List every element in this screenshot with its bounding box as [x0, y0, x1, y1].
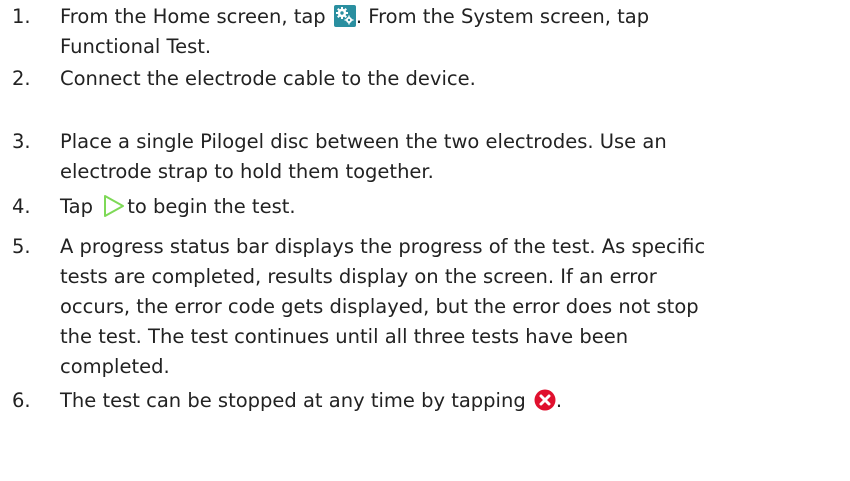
close-icon	[534, 389, 556, 411]
play-icon	[103, 194, 125, 218]
step-number: 5.	[12, 235, 31, 258]
step-line: The test can be stopped at any time by t…	[60, 386, 840, 416]
step-number: 6.	[12, 389, 31, 412]
step-line: the test. The test continues until all t…	[60, 325, 629, 348]
step-text: From the Home screen, tap . From the Sys…	[60, 2, 840, 62]
step-line: completed.	[60, 355, 170, 378]
step-number: 2.	[12, 67, 31, 90]
step-text: Connect the electrode cable to the devic…	[60, 64, 840, 94]
gear-icon	[333, 4, 356, 27]
step-line: Tap to begin the test.	[60, 192, 840, 222]
step-number: 3.	[12, 130, 31, 153]
step-line: Connect the electrode cable to the devic…	[60, 67, 476, 90]
step-line: A progress status bar displays the progr…	[60, 235, 706, 258]
step-line: occurs, the error code gets displayed, b…	[60, 295, 699, 318]
step-number: 1.	[12, 5, 31, 28]
step-number: 4.	[12, 195, 31, 218]
step-text-segment: to begin the test.	[127, 195, 296, 218]
step-text: Tap to begin the test.	[60, 192, 840, 222]
step-line: tests are completed, results display on …	[60, 265, 657, 288]
instruction-document: 1. From the Home screen, tap . From the …	[0, 0, 850, 481]
step-line: From the Home screen, tap . From the Sys…	[60, 2, 840, 32]
step-text: A progress status bar displays the progr…	[60, 232, 840, 382]
step-line: Place a single Pilogel disc between the …	[60, 130, 667, 153]
step-line: Functional Test.	[60, 35, 212, 58]
step-text: Place a single Pilogel disc between the …	[60, 127, 840, 187]
step-line: electrode strap to hold them together.	[60, 160, 434, 183]
step-text-segment: . From the System screen, tap	[355, 5, 650, 28]
step-text-segment: The test can be stopped at any time by t…	[60, 389, 532, 412]
step-text-segment: From the Home screen, tap	[60, 5, 332, 28]
step-text: The test can be stopped at any time by t…	[60, 386, 840, 416]
step-text-segment: Tap	[60, 195, 100, 218]
step-text-segment: .	[555, 389, 563, 412]
